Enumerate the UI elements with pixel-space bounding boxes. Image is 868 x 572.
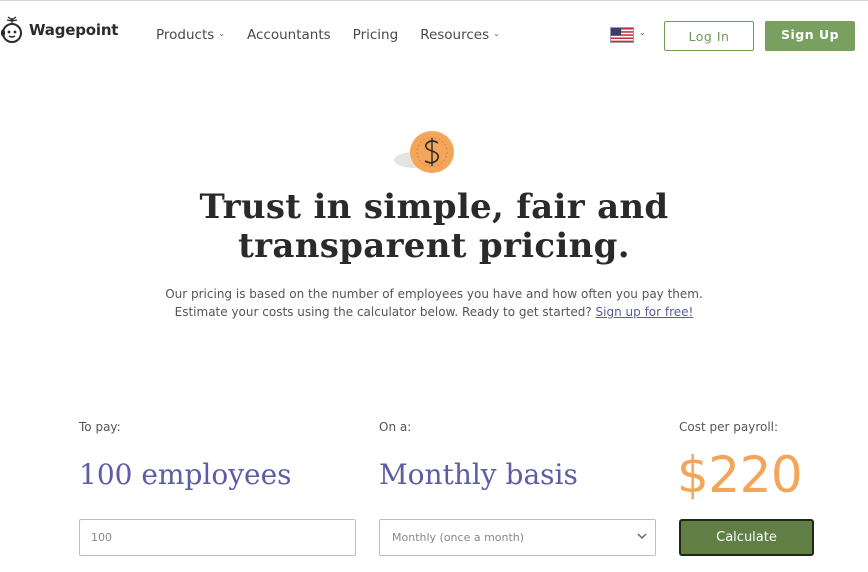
login-button[interactable]: Log In bbox=[664, 21, 754, 51]
page-subtitle: Our pricing is based on the number of em… bbox=[0, 285, 868, 321]
employees-input[interactable]: 100 bbox=[79, 519, 356, 556]
nav-products[interactable]: Products ⌄ bbox=[156, 27, 225, 43]
us-flag-icon bbox=[610, 27, 634, 43]
chevron-down-icon: ⌄ bbox=[218, 28, 225, 38]
page-title: Trust in simple, fair and transparent pr… bbox=[0, 188, 868, 266]
cost-per-payroll-value: $220 bbox=[677, 446, 803, 504]
employees-input-placeholder: 100 bbox=[91, 531, 112, 544]
logo-wordmark: Wagepoint bbox=[29, 21, 119, 39]
signup-button[interactable]: Sign Up bbox=[765, 21, 855, 51]
employees-value: 100 employees bbox=[79, 458, 292, 491]
title-line-1: Trust in simple, fair and bbox=[199, 187, 669, 227]
frequency-value: Monthly basis bbox=[379, 458, 578, 491]
calculate-button[interactable]: Calculate bbox=[679, 519, 814, 556]
title-line-2: transparent pricing. bbox=[238, 226, 630, 266]
main-nav: Products ⌄ Accountants Pricing Resources… bbox=[156, 27, 522, 43]
chevron-down-icon: ⌄ bbox=[493, 28, 500, 38]
cost-label: Cost per payroll: bbox=[679, 420, 779, 434]
nav-accountants[interactable]: Accountants bbox=[247, 27, 331, 43]
wagepoint-logo[interactable]: Wagepoint bbox=[0, 15, 118, 45]
subtitle-line-1: Our pricing is based on the number of em… bbox=[165, 287, 703, 301]
frequency-select-value: Monthly (once a month) bbox=[392, 531, 525, 544]
nav-pricing[interactable]: Pricing bbox=[353, 27, 399, 43]
nav-products-label: Products bbox=[156, 27, 215, 43]
chevron-down-icon bbox=[637, 533, 647, 540]
locale-selector[interactable]: ⌄ bbox=[610, 27, 646, 43]
signup-free-link[interactable]: Sign up for free! bbox=[596, 305, 694, 319]
frequency-select[interactable]: Monthly (once a month) bbox=[379, 519, 656, 556]
logo-face-icon bbox=[0, 16, 22, 43]
top-navigation-bar: Wagepoint Products ⌄ Accountants Pricing… bbox=[0, 0, 868, 70]
employees-label: To pay: bbox=[79, 420, 121, 434]
nav-resources[interactable]: Resources ⌄ bbox=[420, 27, 500, 43]
dollar-coin-icon bbox=[394, 131, 454, 173]
frequency-label: On a: bbox=[379, 420, 412, 434]
chevron-down-icon: ⌄ bbox=[639, 27, 646, 37]
nav-pricing-label: Pricing bbox=[352, 27, 399, 43]
nav-resources-label: Resources bbox=[420, 27, 490, 43]
subtitle-line-2: Estimate your costs using the calculator… bbox=[174, 305, 592, 319]
nav-accountants-label: Accountants bbox=[247, 27, 331, 43]
